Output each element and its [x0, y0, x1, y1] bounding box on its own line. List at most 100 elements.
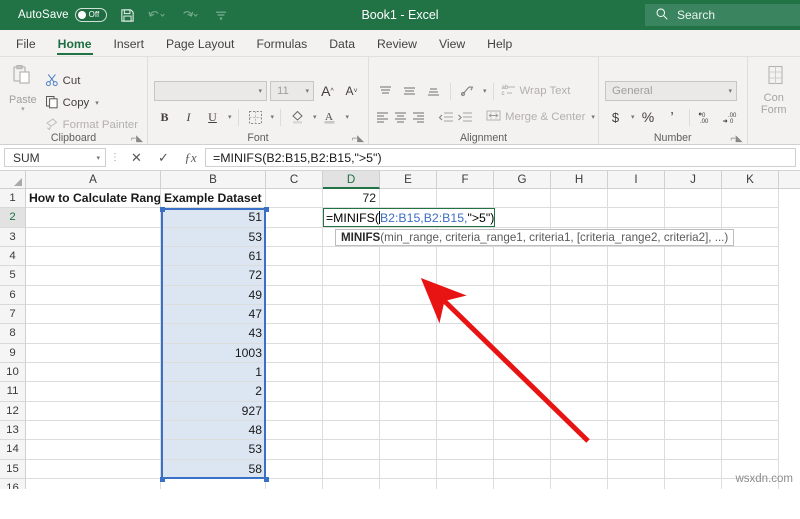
cell-G9[interactable] [494, 343, 551, 363]
cell-C11[interactable] [266, 382, 323, 402]
cell-B3[interactable]: 53 [161, 227, 266, 247]
cell-B10[interactable]: 1 [161, 362, 266, 383]
row-header-2[interactable]: 2 [0, 208, 26, 228]
cell-K9[interactable] [722, 343, 779, 363]
cell-D5[interactable] [323, 266, 380, 286]
cell-K2[interactable] [722, 208, 779, 228]
cell-E8[interactable] [380, 324, 437, 344]
cell-I10[interactable] [608, 362, 665, 383]
cell-G8[interactable] [494, 324, 551, 344]
align-left-button[interactable] [375, 107, 390, 128]
cell-A12[interactable] [26, 401, 161, 421]
cell-G7[interactable] [494, 304, 551, 325]
column-header-h[interactable]: H [551, 171, 608, 188]
autosave-control[interactable]: AutoSave Off [18, 8, 107, 22]
cell-B1[interactable]: Example Dataset [161, 189, 266, 209]
increase-indent-button[interactable] [457, 107, 473, 128]
row-header-8[interactable]: 8 [0, 324, 26, 344]
cell-A14[interactable] [26, 440, 161, 460]
cell-C14[interactable] [266, 440, 323, 460]
cell-E12[interactable] [380, 401, 437, 421]
cell-B4[interactable]: 61 [161, 246, 266, 267]
tab-review[interactable]: Review [367, 34, 427, 56]
cell-A6[interactable] [26, 285, 161, 305]
cell-C6[interactable] [266, 285, 323, 305]
cell-I5[interactable] [608, 266, 665, 286]
cell-A13[interactable] [26, 420, 161, 441]
tab-formulas[interactable]: Formulas [246, 34, 317, 56]
cell-E11[interactable] [380, 382, 437, 402]
align-middle-button[interactable] [399, 81, 420, 102]
cell-K7[interactable] [722, 304, 779, 325]
cell-D13[interactable] [323, 420, 380, 441]
cell-J13[interactable] [665, 420, 722, 441]
cell-E16[interactable] [380, 478, 437, 489]
cell-J7[interactable] [665, 304, 722, 325]
cell-J10[interactable] [665, 362, 722, 383]
cell-A4[interactable] [26, 246, 161, 267]
tab-file[interactable]: File [6, 34, 46, 56]
number-dialog-launcher-icon[interactable]: ⌐◣ [730, 134, 742, 143]
cell-J2[interactable] [665, 208, 722, 228]
orientation-button[interactable] [457, 81, 478, 102]
cell-D11[interactable] [323, 382, 380, 402]
cell-F14[interactable] [437, 440, 494, 460]
row-header-5[interactable]: 5 [0, 266, 26, 286]
row-header-16[interactable]: 16 [0, 478, 26, 489]
cell-G1[interactable] [494, 189, 551, 209]
cell-G16[interactable] [494, 478, 551, 489]
cell-H14[interactable] [551, 440, 608, 460]
font-dialog-launcher-icon[interactable]: ⌐◣ [352, 134, 364, 143]
cell-A9[interactable] [26, 343, 161, 363]
increase-decimal-button[interactable]: 0.00 [696, 107, 717, 128]
autosave-toggle[interactable]: Off [74, 8, 107, 22]
cell-K11[interactable] [722, 382, 779, 402]
row-header-11[interactable]: 11 [0, 382, 26, 402]
cell-H7[interactable] [551, 304, 608, 325]
cell-H15[interactable] [551, 459, 608, 479]
cell-E6[interactable] [380, 285, 437, 305]
cell-E14[interactable] [380, 440, 437, 460]
cell-B12[interactable]: 927 [161, 401, 266, 421]
align-bottom-button[interactable] [423, 81, 444, 102]
cell-C2[interactable] [266, 208, 323, 228]
cell-B6[interactable]: 49 [161, 285, 266, 305]
cell-I14[interactable] [608, 440, 665, 460]
cell-G14[interactable] [494, 440, 551, 460]
cell-H13[interactable] [551, 420, 608, 441]
cell-J6[interactable] [665, 285, 722, 305]
cell-C7[interactable] [266, 304, 323, 325]
row-header-3[interactable]: 3 [0, 227, 26, 247]
cell-B15[interactable]: 58 [161, 459, 266, 479]
column-header-a[interactable]: A [26, 171, 161, 188]
cell-F4[interactable] [437, 246, 494, 267]
row-header-7[interactable]: 7 [0, 304, 26, 325]
cell-I12[interactable] [608, 401, 665, 421]
cell-B14[interactable]: 53 [161, 440, 266, 460]
percent-format-button[interactable]: % [638, 107, 659, 128]
cell-F13[interactable] [437, 420, 494, 441]
cell-G13[interactable] [494, 420, 551, 441]
cell-D8[interactable] [323, 324, 380, 344]
cell-D16[interactable] [323, 478, 380, 489]
tab-help[interactable]: Help [477, 34, 522, 56]
borders-chevron-down-icon[interactable]: ▾ [271, 113, 275, 121]
font-size-chevron-down-icon[interactable]: ▾ [305, 87, 309, 95]
cell-A11[interactable] [26, 382, 161, 402]
cell-F5[interactable] [437, 266, 494, 286]
row-header-9[interactable]: 9 [0, 343, 26, 363]
cell-G4[interactable] [494, 246, 551, 267]
cell-A7[interactable] [26, 304, 161, 325]
cell-G10[interactable] [494, 362, 551, 383]
cell-K4[interactable] [722, 246, 779, 267]
cell-H10[interactable] [551, 362, 608, 383]
tab-view[interactable]: View [429, 34, 475, 56]
cell-A5[interactable] [26, 266, 161, 286]
cell-I4[interactable] [608, 246, 665, 267]
italic-button[interactable]: I [178, 107, 199, 128]
font-color-button[interactable]: A [320, 107, 341, 128]
cancel-icon[interactable]: ✕ [124, 148, 149, 168]
cell-E15[interactable] [380, 459, 437, 479]
cell-I13[interactable] [608, 420, 665, 441]
cell-F10[interactable] [437, 362, 494, 383]
